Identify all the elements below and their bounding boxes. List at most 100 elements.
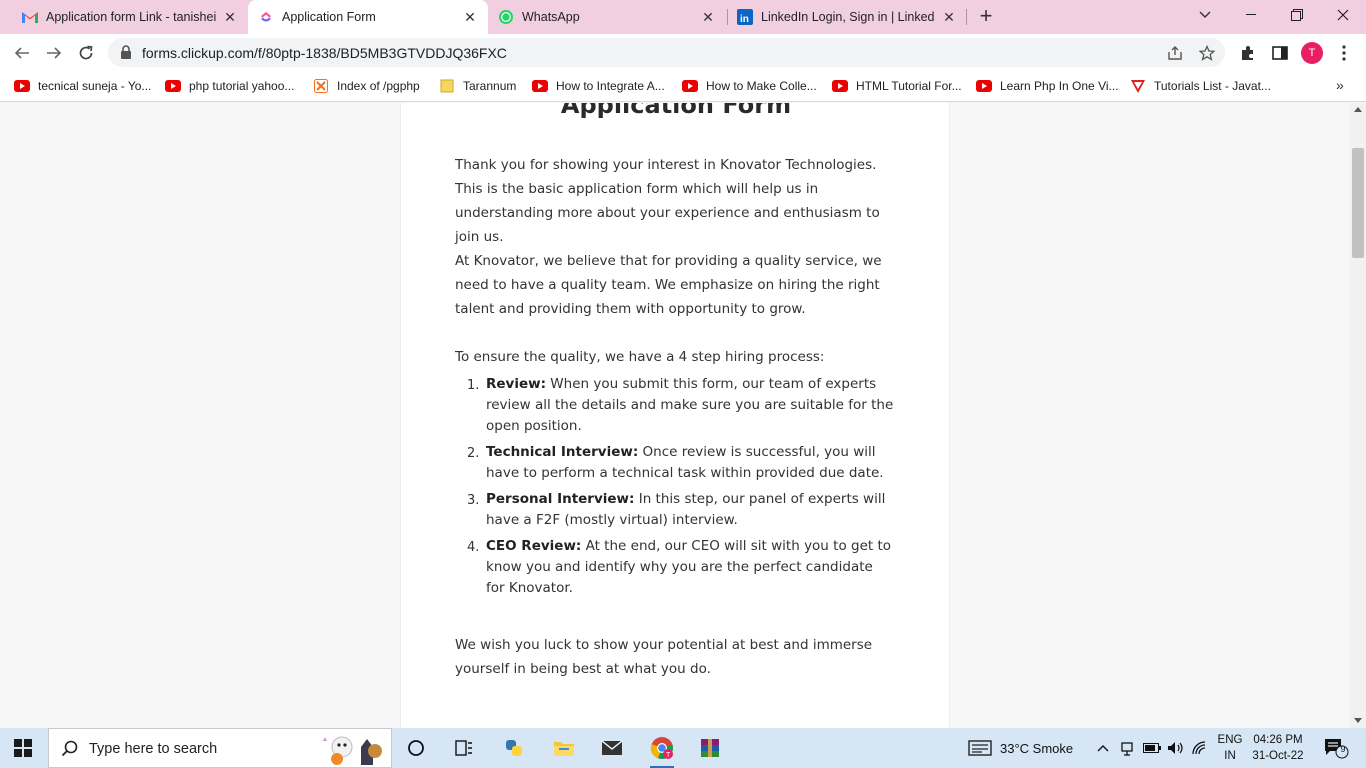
forward-arrow-icon[interactable] xyxy=(42,41,66,65)
clock-time: 04:26 PM xyxy=(1253,734,1303,746)
share-icon[interactable] xyxy=(1166,44,1184,62)
weather-text: 33°C Smoke xyxy=(1000,740,1074,756)
meet-now-icon[interactable] xyxy=(1120,728,1134,768)
weather-smoke-icon xyxy=(968,740,992,756)
list-item: 2. Technical Interview: Once review is s… xyxy=(455,442,895,484)
linkedin-icon: in xyxy=(737,9,753,25)
tab-title: Application form Link - tanisheik xyxy=(46,10,216,24)
search-icon xyxy=(61,740,79,763)
task-view-icon[interactable] xyxy=(402,734,430,762)
bookmarks-overflow-chevron-icon[interactable]: » xyxy=(1336,77,1344,93)
list-item: 1. Review: When you submit this form, ou… xyxy=(455,374,895,437)
back-arrow-icon[interactable] xyxy=(10,41,34,65)
tab-application-form[interactable]: Application Form ✕ xyxy=(248,0,488,34)
weather-widget[interactable]: 33°C Smoke xyxy=(968,728,1073,768)
restore-icon[interactable] xyxy=(1274,0,1320,30)
whatsapp-icon xyxy=(498,9,514,25)
close-tab-icon[interactable]: ✕ xyxy=(700,9,716,25)
close-tab-icon[interactable]: ✕ xyxy=(222,9,238,25)
chrome-icon[interactable]: T xyxy=(648,734,676,768)
mail-icon[interactable] xyxy=(598,734,626,762)
step-title: CEO Review: xyxy=(486,538,582,554)
clock-date: 31-Oct-22 xyxy=(1252,750,1304,762)
side-panel-icon[interactable] xyxy=(1270,43,1290,63)
bookmark-label: How to Make Colle... xyxy=(706,79,817,93)
bookmark-item[interactable]: Tutorials List - Javat... xyxy=(1130,77,1271,95)
bookmark-item[interactable]: How to Integrate A... xyxy=(532,77,665,95)
bookmark-label: Learn Php In One Vi... xyxy=(1000,79,1119,93)
step-text: When you submit this form, our team of e… xyxy=(486,376,894,434)
page-viewport: Application Form Thank you for showing y… xyxy=(0,103,1350,728)
file-explorer-icon[interactable] xyxy=(550,734,578,762)
profile-avatar[interactable]: T xyxy=(1301,42,1323,64)
bookmarks-bar: tecnical suneja - Yo... php tutorial yah… xyxy=(0,71,1366,102)
bookmark-label: php tutorial yahoo... xyxy=(189,79,295,93)
bookmark-item[interactable]: HTML Tutorial For... xyxy=(832,77,962,95)
taskbar-search-input[interactable]: Type here to search xyxy=(48,728,392,768)
close-tab-icon[interactable]: ✕ xyxy=(941,9,957,25)
list-item: 3. Personal Interview: In this step, our… xyxy=(455,489,895,531)
javatpoint-icon xyxy=(1130,80,1146,93)
step-number: 2. xyxy=(467,446,480,461)
youtube-icon xyxy=(14,80,30,92)
list-item: 4. CEO Review: At the end, our CEO will … xyxy=(455,536,895,599)
bookmark-item[interactable]: How to Make Colle... xyxy=(682,77,817,95)
scroll-down-arrow-icon[interactable] xyxy=(1354,718,1362,723)
minimize-icon[interactable] xyxy=(1228,0,1274,30)
youtube-icon xyxy=(682,80,698,92)
menu-kebab-icon[interactable] xyxy=(1334,43,1354,63)
page-scrollbar[interactable] xyxy=(1350,103,1366,728)
step-title: Personal Interview: xyxy=(486,491,635,507)
windows-start-icon[interactable] xyxy=(14,739,32,757)
close-tab-icon[interactable]: ✕ xyxy=(462,9,478,25)
folder-icon xyxy=(439,79,455,93)
youtube-icon xyxy=(976,80,992,92)
tab-linkedin[interactable]: in LinkedIn Login, Sign in | LinkedIn ✕ xyxy=(729,0,965,34)
lang-line-1: ENG xyxy=(1217,734,1243,746)
bookmark-label: Index of /pgphp xyxy=(337,79,420,93)
bookmark-item[interactable]: Learn Php In One Vi... xyxy=(976,77,1119,95)
battery-icon[interactable] xyxy=(1143,728,1161,768)
bookmark-item[interactable]: tecnical suneja - Yo... xyxy=(14,77,151,95)
extensions-puzzle-icon[interactable] xyxy=(1238,43,1258,63)
youtube-icon xyxy=(532,80,548,92)
step-number: 4. xyxy=(467,540,480,555)
address-bar[interactable]: forms.clickup.com/f/80ptp-1838/BD5MB3GTV… xyxy=(108,38,1225,67)
reload-icon[interactable] xyxy=(74,41,98,65)
xampp-icon xyxy=(313,79,329,93)
step-title: Technical Interview: xyxy=(486,444,639,460)
wifi-icon[interactable] xyxy=(1192,728,1208,768)
clickup-icon xyxy=(258,9,274,25)
tab-whatsapp[interactable]: WhatsApp ✕ xyxy=(490,0,724,34)
lock-icon[interactable] xyxy=(120,45,132,64)
scroll-thumb[interactable] xyxy=(1352,148,1364,258)
bookmark-label: HTML Tutorial For... xyxy=(856,79,962,93)
bookmark-item[interactable]: Tarannum xyxy=(439,77,516,95)
bookmark-label: Tarannum xyxy=(463,79,517,93)
show-hidden-icons-chevron-icon[interactable] xyxy=(1097,728,1109,768)
search-placeholder: Type here to search xyxy=(89,741,218,757)
tab-gmail[interactable]: Application form Link - tanisheik ✕ xyxy=(14,0,246,34)
taskbar-clock[interactable]: 04:26 PM 31-Oct-22 xyxy=(1248,732,1308,764)
python-app-icon[interactable] xyxy=(500,734,528,762)
language-indicator[interactable]: ENG IN xyxy=(1213,732,1247,764)
svg-text:T: T xyxy=(666,752,671,759)
notification-center-icon[interactable]: 9 xyxy=(1324,728,1350,768)
new-tab-plus-icon[interactable]: + xyxy=(976,5,996,27)
bookmark-item[interactable]: php tutorial yahoo... xyxy=(165,77,294,95)
winrar-icon[interactable] xyxy=(696,734,724,762)
intro-paragraph: Thank you for showing your interest in K… xyxy=(455,157,880,245)
bookmark-label: How to Integrate A... xyxy=(556,79,665,93)
form-card: Application Form Thank you for showing y… xyxy=(400,103,950,728)
tab-separator xyxy=(727,9,728,25)
volume-icon[interactable] xyxy=(1167,728,1185,768)
form-title: Application Form xyxy=(560,103,792,119)
step-number: 1. xyxy=(467,378,480,393)
hiring-steps-list: 1. Review: When you submit this form, ou… xyxy=(455,374,895,604)
close-window-icon[interactable] xyxy=(1320,0,1366,30)
bookmark-item[interactable]: Index of /pgphp xyxy=(313,77,420,95)
bookmark-star-icon[interactable] xyxy=(1198,44,1216,62)
widgets-icon[interactable] xyxy=(450,734,478,762)
scroll-up-arrow-icon[interactable] xyxy=(1354,107,1362,112)
tab-search-chevron-icon[interactable] xyxy=(1182,0,1228,30)
